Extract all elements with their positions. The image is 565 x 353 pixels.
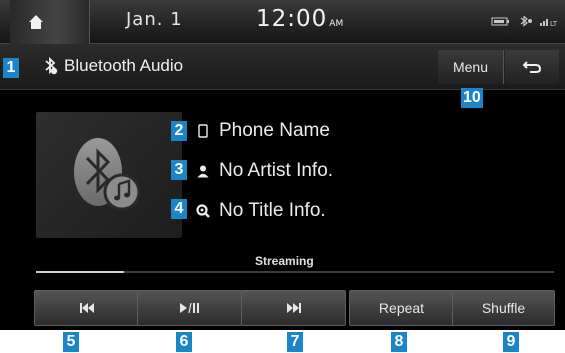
play-pause-button[interactable] — [137, 290, 242, 326]
back-arrow-icon — [522, 61, 542, 73]
phone-name-text: Phone Name — [219, 120, 330, 141]
title-row: No Title Info. — [195, 198, 326, 224]
phone-icon — [195, 124, 211, 138]
source-title-label: Bluetooth Audio — [64, 56, 184, 75]
menu-button[interactable]: Menu — [438, 50, 504, 84]
skip-next-icon — [286, 303, 301, 313]
clock-time: 12:00 — [256, 6, 328, 32]
callout-1: 1 — [3, 58, 19, 78]
bluetooth-status-icon — [517, 14, 533, 27]
callout-7: 7 — [287, 332, 303, 352]
status-bar: Jan. 1 12:00AM LTE — [0, 0, 565, 44]
status-date: Jan. 1 — [126, 9, 183, 30]
battery-icon — [491, 14, 511, 26]
title-bar: Bluetooth Audio Menu — [0, 44, 565, 90]
playback-status: Streaming — [255, 254, 314, 268]
signal-icon: LTE — [539, 14, 562, 28]
next-track-button[interactable] — [241, 290, 346, 326]
shuffle-button[interactable]: Shuffle — [452, 290, 555, 326]
callout-3: 3 — [171, 160, 187, 180]
bluetooth-music-icon — [74, 138, 141, 211]
callout-5: 5 — [63, 332, 79, 352]
source-title: Bluetooth Audio — [42, 56, 183, 76]
callout-10: 10 — [461, 88, 483, 108]
callout-6: 6 — [176, 332, 192, 352]
callout-4: 4 — [171, 199, 187, 219]
phone-name-row: Phone Name — [195, 118, 330, 144]
head-unit-screen: Jan. 1 12:00AM LTE Bluetooth Audio Menu — [0, 0, 565, 330]
title-text: No Title Info. — [219, 200, 326, 221]
status-clock: 12:00 AM — [256, 6, 343, 32]
progress-bar[interactable] — [36, 271, 554, 273]
system-status-icons: LTE — [491, 14, 562, 28]
skip-previous-icon — [79, 303, 94, 313]
bluetooth-audio-icon — [45, 57, 58, 75]
album-art — [36, 112, 182, 238]
progress-fill — [36, 271, 125, 273]
callout-8: 8 — [391, 332, 407, 352]
clock-ampm: AM — [329, 19, 344, 29]
previous-track-button[interactable] — [34, 290, 139, 326]
play-pause-icon — [179, 302, 199, 314]
repeat-button[interactable]: Repeat — [349, 290, 454, 326]
artist-text: No Artist Info. — [219, 160, 334, 181]
back-button[interactable] — [505, 50, 559, 84]
callout-9: 9 — [503, 332, 519, 352]
music-search-icon — [195, 204, 211, 218]
callout-2: 2 — [171, 121, 187, 141]
home-icon — [29, 15, 43, 29]
artist-row: No Artist Info. — [195, 158, 333, 184]
svg-text:LTE: LTE — [550, 20, 557, 27]
home-button[interactable] — [10, 0, 90, 44]
person-icon — [195, 165, 211, 178]
